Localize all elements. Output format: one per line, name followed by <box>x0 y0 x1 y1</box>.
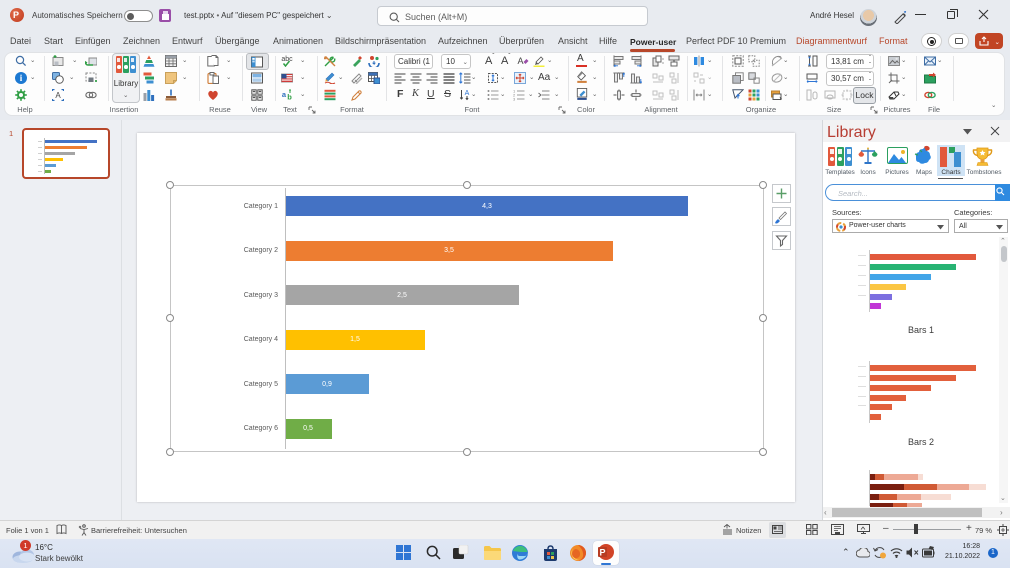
svg-text:abc: abc <box>281 56 293 63</box>
svg-text:3: 3 <box>513 97 516 102</box>
svg-text:a: a <box>282 90 287 99</box>
svg-text:P: P <box>599 548 605 558</box>
svg-text:A: A <box>517 56 523 66</box>
svg-text:A: A <box>465 90 470 97</box>
svg-text:b: b <box>287 93 292 102</box>
svg-text:A: A <box>55 91 61 100</box>
